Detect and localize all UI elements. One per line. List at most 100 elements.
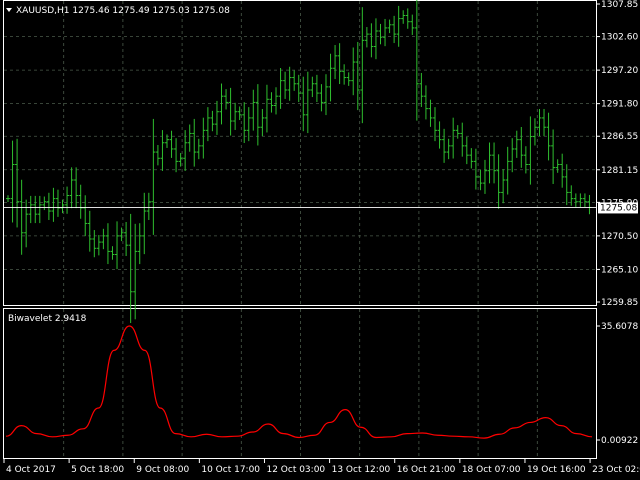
ohlc-bar[interactable]	[92, 230, 97, 258]
ohlc-bar[interactable]	[532, 118, 537, 146]
ohlc-bar[interactable]	[292, 70, 297, 91]
ohlc-bar[interactable]	[237, 106, 242, 121]
ohlc-bar[interactable]	[328, 53, 333, 102]
ohlc-bar[interactable]	[260, 108, 265, 137]
ohlc-bar[interactable]	[355, 41, 360, 111]
ohlc-bar[interactable]	[323, 74, 328, 116]
ohlc-bar[interactable]	[319, 84, 324, 112]
ohlc-bar[interactable]	[537, 108, 542, 137]
ohlc-bar[interactable]	[51, 187, 56, 222]
ohlc-bar[interactable]	[378, 23, 383, 45]
ohlc-bar[interactable]	[128, 213, 133, 324]
ohlc-bar[interactable]	[242, 102, 247, 144]
ohlc-bar[interactable]	[105, 223, 110, 265]
indicator-line[interactable]	[5, 325, 593, 439]
ohlc-bar[interactable]	[582, 193, 587, 207]
ohlc-bar[interactable]	[346, 72, 351, 86]
ohlc-bar[interactable]	[33, 195, 38, 224]
ohlc-bar[interactable]	[224, 89, 229, 110]
ohlc-bar[interactable]	[19, 179, 24, 255]
ohlc-bar[interactable]	[228, 87, 233, 136]
ohlc-bar[interactable]	[10, 140, 15, 223]
ohlc-bar[interactable]	[519, 126, 524, 168]
ohlc-bar[interactable]	[314, 74, 319, 103]
ohlc-bar[interactable]	[392, 15, 397, 44]
ohlc-bar[interactable]	[496, 154, 501, 209]
ohlc-bar[interactable]	[387, 19, 392, 34]
ohlc-bar[interactable]	[587, 194, 592, 215]
ohlc-bar[interactable]	[110, 246, 115, 260]
ohlc-bar[interactable]	[342, 64, 347, 85]
ohlc-bar[interactable]	[115, 221, 120, 270]
ohlc-bar[interactable]	[6, 195, 10, 202]
chart-canvas[interactable]: 1307.85 1302.60 1297.20 1291.80 1286.55 1281.…	[0, 0, 640, 480]
ohlc-bar[interactable]	[214, 100, 219, 135]
ohlc-bar[interactable]	[578, 193, 583, 207]
ohlc-bar[interactable]	[201, 117, 206, 159]
ohlc-bar[interactable]	[310, 76, 315, 98]
ohlc-bar[interactable]	[78, 184, 83, 219]
ohlc-bar[interactable]	[305, 71, 310, 134]
ohlc-bar[interactable]	[510, 138, 515, 173]
ohlc-bar[interactable]	[24, 199, 29, 248]
ohlc-bar[interactable]	[542, 108, 547, 137]
ohlc-bar[interactable]	[487, 142, 492, 184]
ohlc-bar[interactable]	[419, 72, 424, 107]
ohlc-bar[interactable]	[460, 122, 465, 157]
ohlc-bar[interactable]	[96, 235, 101, 256]
ohlc-bar[interactable]	[42, 196, 47, 211]
ohlc-bar[interactable]	[174, 138, 179, 173]
price-bars[interactable]	[6, 0, 592, 324]
ohlc-bar[interactable]	[28, 195, 33, 224]
ohlc-bar[interactable]	[560, 153, 565, 188]
ohlc-bar[interactable]	[169, 130, 174, 158]
ohlc-bar[interactable]	[274, 87, 279, 115]
ohlc-bar[interactable]	[210, 110, 215, 132]
ohlc-bar[interactable]	[37, 195, 42, 224]
ohlc-bar[interactable]	[155, 144, 160, 166]
ohlc-bar[interactable]	[523, 146, 528, 174]
ohlc-bar[interactable]	[564, 164, 569, 206]
ohlc-bar[interactable]	[469, 148, 474, 169]
ohlc-bar[interactable]	[482, 159, 487, 194]
ohlc-bar[interactable]	[414, 0, 419, 121]
ohlc-bar[interactable]	[514, 130, 519, 158]
ohlc-bar[interactable]	[15, 138, 20, 228]
ohlc-bar[interactable]	[437, 121, 442, 149]
ohlc-bar[interactable]	[546, 112, 551, 161]
ohlc-bar[interactable]	[478, 169, 483, 191]
ohlc-bar[interactable]	[233, 102, 238, 130]
ohlc-bar[interactable]	[451, 117, 456, 159]
ohlc-bar[interactable]	[192, 118, 197, 167]
ohlc-bar[interactable]	[124, 221, 129, 256]
ohlc-bar[interactable]	[55, 189, 60, 217]
ohlc-bar[interactable]	[383, 18, 388, 47]
ohlc-bar[interactable]	[251, 89, 256, 131]
ohlc-bar[interactable]	[146, 192, 151, 220]
ohlc-bar[interactable]	[196, 138, 201, 160]
chart-terminal[interactable]: 1307.85 1302.60 1297.20 1291.80 1286.55 1281.…	[0, 0, 640, 480]
ohlc-bar[interactable]	[401, 10, 406, 24]
ohlc-bar[interactable]	[464, 136, 469, 165]
ohlc-bar[interactable]	[555, 159, 560, 173]
ohlc-bar[interactable]	[410, 14, 415, 35]
ohlc-bar[interactable]	[65, 186, 70, 214]
ohlc-bar[interactable]	[405, 8, 410, 29]
ohlc-bar[interactable]	[264, 84, 269, 133]
ohlc-bar[interactable]	[446, 138, 451, 160]
ohlc-bar[interactable]	[351, 47, 356, 96]
ohlc-bar[interactable]	[278, 68, 283, 109]
ohlc-bar[interactable]	[87, 210, 92, 252]
ohlc-bar[interactable]	[442, 128, 447, 163]
ohlc-bar[interactable]	[283, 71, 288, 99]
ohlc-bar[interactable]	[501, 169, 506, 204]
ohlc-bar[interactable]	[423, 85, 428, 120]
ohlc-bar[interactable]	[369, 23, 374, 58]
ohlc-bar[interactable]	[551, 129, 556, 184]
ohlc-bar[interactable]	[396, 5, 401, 47]
indicator-series[interactable]	[5, 325, 593, 439]
ohlc-bar[interactable]	[573, 193, 578, 207]
ohlc-bar[interactable]	[187, 124, 192, 152]
ohlc-bar[interactable]	[364, 27, 369, 48]
ohlc-bar[interactable]	[333, 45, 338, 80]
